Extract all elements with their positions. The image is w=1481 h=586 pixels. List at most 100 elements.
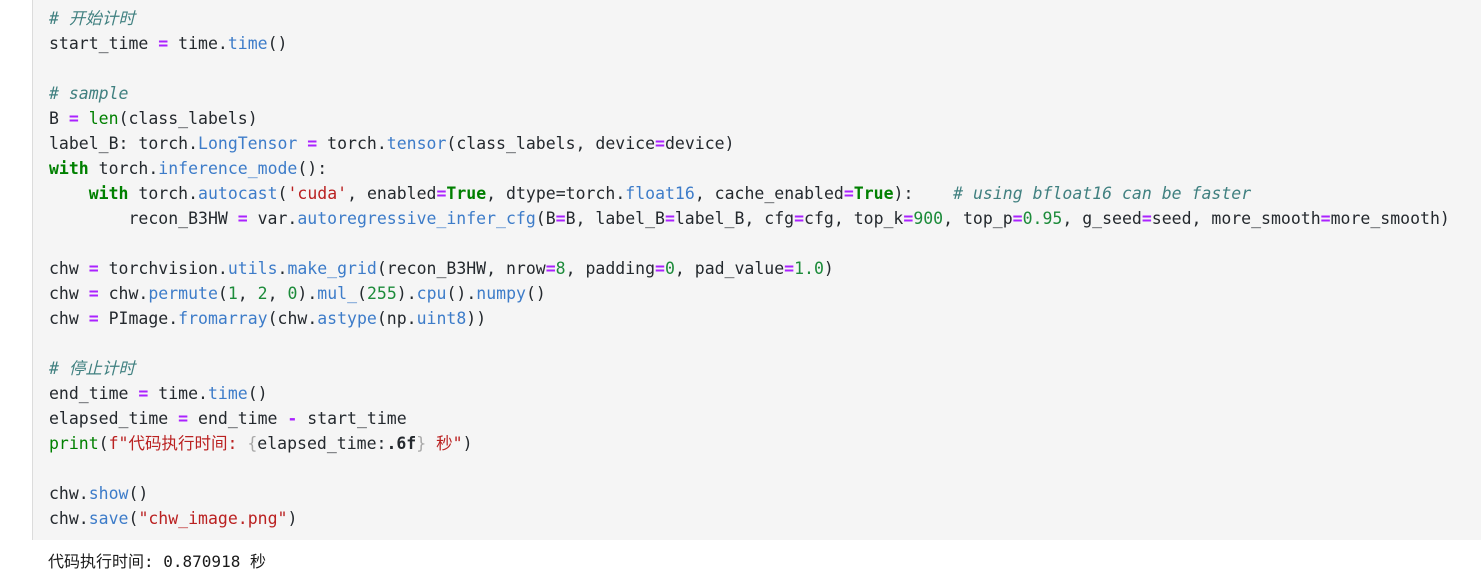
code-token: = bbox=[664, 209, 675, 228]
code-line: # 开始计时 bbox=[49, 6, 1481, 31]
code-token: utils bbox=[227, 259, 278, 278]
code-token: True bbox=[853, 184, 894, 203]
code-token: .6f bbox=[386, 434, 417, 453]
cell-output-area: 代码执行时间: 0.870918 秒 bbox=[32, 540, 1481, 586]
code-token: ( bbox=[277, 184, 288, 203]
code-token: inference_mode bbox=[158, 159, 298, 178]
code-token: True bbox=[446, 184, 487, 203]
code-token: = bbox=[843, 184, 854, 203]
code-token: - bbox=[287, 409, 298, 428]
code-token: with bbox=[88, 184, 129, 203]
code-token: save bbox=[88, 509, 129, 528]
code-token: float16 bbox=[625, 184, 695, 203]
code-token: = bbox=[784, 259, 795, 278]
code-token: permute bbox=[148, 284, 218, 303]
code-token: mul_ bbox=[317, 284, 358, 303]
code-token: ). bbox=[396, 284, 417, 303]
code-token: ( bbox=[128, 509, 139, 528]
code-line: chw.save("chw_image.png") bbox=[49, 506, 1481, 531]
code-token: (class_labels) bbox=[118, 109, 258, 128]
code-line: # sample bbox=[49, 81, 1481, 106]
code-token: = bbox=[88, 309, 99, 328]
code-token: , top_p bbox=[943, 209, 1013, 228]
code-token: = bbox=[88, 259, 99, 278]
code-token: = bbox=[655, 134, 665, 153]
code-token: f"代码执行时间: bbox=[108, 434, 248, 453]
code-token: ) bbox=[287, 509, 298, 528]
code-token: (chw. bbox=[267, 309, 318, 328]
code-token: # sample bbox=[49, 84, 129, 103]
code-token: , pad_value bbox=[674, 259, 785, 278]
code-token: cpu bbox=[416, 284, 447, 303]
code-token: = bbox=[307, 134, 318, 153]
code-token: (recon_B3HW, nrow bbox=[376, 259, 546, 278]
code-token: torch. bbox=[565, 184, 626, 203]
stdout-output-text: 代码执行时间: 0.870918 秒 bbox=[48, 552, 266, 571]
code-token: , dtype bbox=[486, 184, 556, 203]
code-line: with torch.inference_mode(): bbox=[49, 156, 1481, 181]
code-token: 8 bbox=[555, 259, 566, 278]
code-token: () bbox=[128, 484, 149, 503]
code-token: # 开始计时 bbox=[49, 9, 135, 28]
code-line: chw = PImage.fromarray(chw.astype(np.uin… bbox=[49, 306, 1481, 331]
code-token: 0 bbox=[664, 259, 675, 278]
code-token: = bbox=[903, 209, 914, 228]
code-token: 900 bbox=[913, 209, 944, 228]
code-line: print(f"代码执行时间: {elapsed_time:.6f} 秒") bbox=[49, 431, 1481, 456]
code-token: ( bbox=[357, 284, 367, 303]
code-token: uint8 bbox=[416, 309, 467, 328]
code-token: ( bbox=[98, 434, 109, 453]
code-token: chw bbox=[49, 284, 89, 303]
code-token: . bbox=[277, 259, 288, 278]
code-line: chw = chw.permute(1, 2, 0).mul_(255).cpu… bbox=[49, 281, 1481, 306]
code-token: = bbox=[68, 109, 79, 128]
code-token: ) bbox=[462, 434, 473, 453]
code-token: seed, more_smooth bbox=[1151, 209, 1321, 228]
code-token: torch. bbox=[88, 159, 159, 178]
code-token: chw. bbox=[49, 484, 89, 503]
code-token: () bbox=[267, 34, 288, 53]
code-token: 0.95 bbox=[1022, 209, 1063, 228]
code-token: astype bbox=[317, 309, 377, 328]
code-token: autoregressive_infer_cfg bbox=[297, 209, 536, 228]
code-token: 1.0 bbox=[794, 259, 824, 278]
code-token: )) bbox=[466, 309, 487, 328]
code-token: = bbox=[178, 409, 189, 428]
code-token: (np. bbox=[376, 309, 417, 328]
code-token: (): bbox=[297, 159, 328, 178]
code-token: (). bbox=[446, 284, 477, 303]
code-token: numpy bbox=[476, 284, 526, 303]
code-token: make_grid bbox=[287, 259, 377, 278]
code-line: label_B: torch.LongTensor = torch.tensor… bbox=[49, 131, 1481, 156]
code-token: () bbox=[247, 384, 268, 403]
code-cell[interactable]: # 开始计时 start_time = time.time() # sample B… bbox=[32, 0, 1481, 540]
code-token: 'cuda' bbox=[287, 184, 348, 203]
code-token: B, label_B bbox=[565, 209, 665, 228]
code-editor-area[interactable]: # 开始计时 start_time = time.time() # sample B… bbox=[33, 0, 1481, 531]
code-line: start_time = time.time() bbox=[49, 31, 1481, 56]
code-token: (class_labels, device bbox=[446, 134, 656, 153]
code-token: 秒" bbox=[426, 434, 463, 453]
code-line: with torch.autocast('cuda', enabled=True… bbox=[49, 181, 1481, 206]
code-token: ): bbox=[893, 184, 914, 203]
code-token: 1 bbox=[227, 284, 238, 303]
code-token: , cache_enabled bbox=[694, 184, 844, 203]
code-token: = bbox=[1320, 209, 1331, 228]
code-token: chw. bbox=[98, 284, 149, 303]
code-token: len bbox=[88, 109, 119, 128]
code-line: recon_B3HW = var.autoregressive_infer_cf… bbox=[49, 206, 1481, 231]
code-token: show bbox=[88, 484, 129, 503]
code-token: # 停止计时 bbox=[49, 359, 135, 378]
code-token: LongTensor bbox=[198, 134, 298, 153]
code-token: time. bbox=[148, 384, 208, 403]
code-token: 2 bbox=[257, 284, 268, 303]
code-token: = bbox=[1141, 209, 1152, 228]
code-line: chw = torchvision.utils.make_grid(recon_… bbox=[49, 256, 1481, 281]
code-token: (B bbox=[535, 209, 556, 228]
